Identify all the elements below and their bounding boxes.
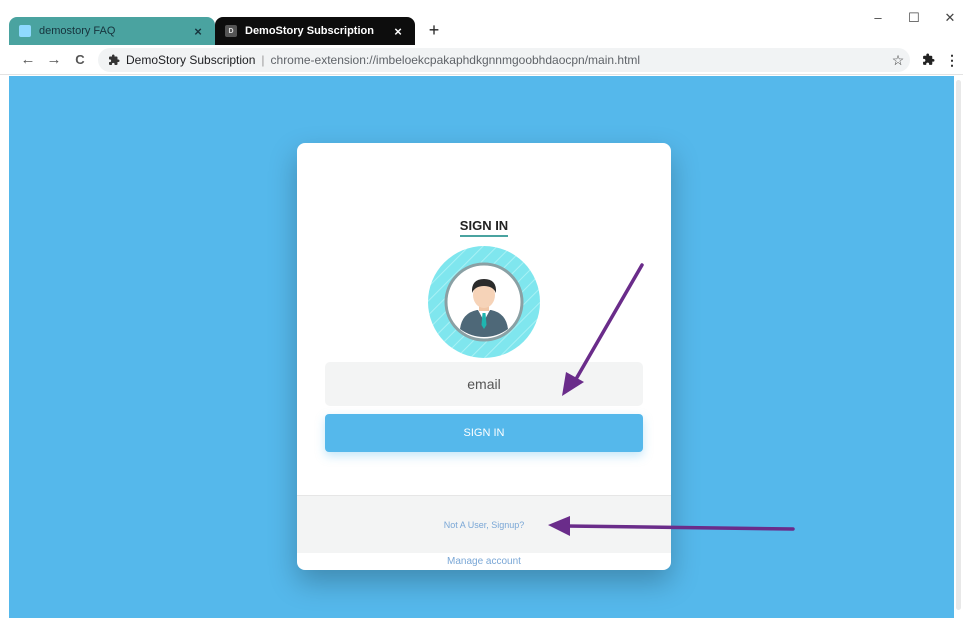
tab-demostory-subscription[interactable]: D DemoStory Subscription × <box>215 17 415 45</box>
user-avatar-icon <box>428 246 540 358</box>
forward-button[interactable]: → <box>44 50 64 70</box>
tab-title: demostory FAQ <box>39 25 116 37</box>
close-tab-icon[interactable]: × <box>391 24 405 39</box>
tab-strip: demostory FAQ × D DemoStory Subscription… <box>0 0 963 45</box>
avatar <box>427 245 541 359</box>
maximize-button[interactable]: ☐ <box>904 10 924 26</box>
omnibox-separator: | <box>261 53 265 67</box>
email-input[interactable] <box>325 362 643 406</box>
signin-card: SIGN IN email SIGN IN Not A User, Signup… <box>297 143 671 570</box>
extensions-button[interactable] <box>918 50 938 70</box>
signin-heading-text: SIGN IN <box>459 218 509 237</box>
manage-account-link[interactable]: Manage account <box>297 556 671 567</box>
puzzle-icon <box>922 53 934 65</box>
reload-button[interactable]: C <box>70 50 90 70</box>
back-button[interactable]: ← <box>18 50 38 70</box>
url-text: chrome-extension://imbeloekcpakaphdkgnnm… <box>270 53 641 67</box>
signup-link[interactable]: Not A User, Signup? <box>297 520 671 530</box>
page-scrollbar[interactable] <box>954 76 963 618</box>
folder-icon <box>19 25 31 37</box>
card-footer: Not A User, Signup? <box>297 495 671 553</box>
browser-toolbar: ← → C DemoStory Subscription | chrome-ex… <box>0 45 963 75</box>
browser-window: demostory FAQ × D DemoStory Subscription… <box>0 0 963 618</box>
tab-title: DemoStory Subscription <box>245 25 374 37</box>
address-bar[interactable]: DemoStory Subscription | chrome-extensio… <box>98 48 910 72</box>
site-name: DemoStory Subscription <box>126 53 256 67</box>
signin-heading: SIGN IN <box>297 218 671 237</box>
close-tab-icon[interactable]: × <box>191 24 205 39</box>
close-window-button[interactable]: ✕ <box>940 10 960 26</box>
page-viewport: SIGN IN email SIGN IN Not A User, Signup… <box>9 76 954 618</box>
site-favicon-icon: D <box>225 25 237 37</box>
new-tab-button[interactable]: + <box>424 20 444 40</box>
signin-button[interactable]: SIGN IN <box>325 414 643 452</box>
browser-menu-button[interactable]: ⋮ <box>942 50 962 70</box>
bookmark-star-icon[interactable]: ☆ <box>888 50 908 70</box>
scrollbar-thumb[interactable] <box>956 80 961 610</box>
puzzle-icon <box>109 54 120 65</box>
tab-demostory-faq[interactable]: demostory FAQ × <box>9 17 215 45</box>
minimize-button[interactable]: – <box>868 10 888 25</box>
